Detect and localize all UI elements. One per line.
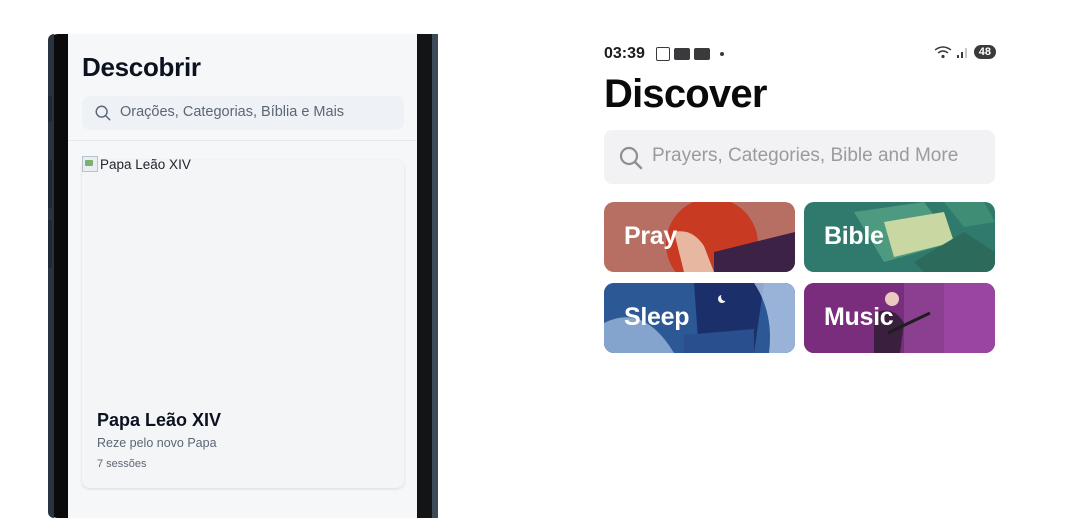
category-tile-music[interactable]: Music xyxy=(804,283,995,353)
page-title: Descobrir xyxy=(82,52,201,82)
card-title: Papa Leão XIV xyxy=(97,410,222,430)
category-tile-sleep[interactable]: Sleep xyxy=(604,283,795,353)
category-label: Bible xyxy=(824,222,884,250)
key-icon xyxy=(656,47,670,61)
category-tile-bible[interactable]: Bible xyxy=(804,202,995,272)
status-icons xyxy=(656,44,724,64)
search-input[interactable]: Prayers, Categories, Bible and More xyxy=(604,130,995,184)
broken-image-icon xyxy=(82,156,98,172)
phone-frame-edge xyxy=(432,34,438,518)
battery-indicator: 48 xyxy=(973,45,996,59)
card-subtitle: Reze pelo novo Papa xyxy=(97,436,217,450)
search-icon xyxy=(619,146,643,170)
left-screen: Descobrir Orações, Categorias, Bíblia e … xyxy=(68,34,417,518)
phone-side-button xyxy=(48,96,52,122)
dot-icon xyxy=(720,52,724,56)
search-placeholder: Orações, Categorias, Bíblia e Mais xyxy=(120,104,345,120)
search-input[interactable]: Orações, Categorias, Bíblia e Mais xyxy=(82,96,404,130)
video-icon xyxy=(694,48,710,60)
wifi-icon xyxy=(934,46,952,59)
phone-side-button xyxy=(48,160,52,208)
category-tile-pray[interactable]: Pray xyxy=(604,202,795,272)
search-icon xyxy=(95,105,111,121)
search-placeholder: Prayers, Categories, Bible and More xyxy=(652,145,959,166)
notification-icon xyxy=(674,48,690,60)
page-title: Discover xyxy=(604,72,767,116)
featured-card[interactable]: Papa Leão XIV Papa Leão XIV Reze pelo no… xyxy=(82,156,404,488)
status-time: 03:39 xyxy=(604,45,645,62)
status-bar: 03:39 48 xyxy=(604,44,996,64)
divider xyxy=(68,140,417,141)
card-image: Papa Leão XIV xyxy=(82,156,191,172)
category-label: Sleep xyxy=(624,303,690,331)
card-session-count: 7 sessões xyxy=(97,458,147,470)
signal-icon xyxy=(956,48,967,58)
category-label: Pray xyxy=(624,222,678,250)
phone-side-button xyxy=(48,220,52,268)
status-right: 48 xyxy=(934,45,996,59)
category-label: Music xyxy=(824,303,894,331)
card-image-alt: Papa Leão XIV xyxy=(100,156,191,172)
